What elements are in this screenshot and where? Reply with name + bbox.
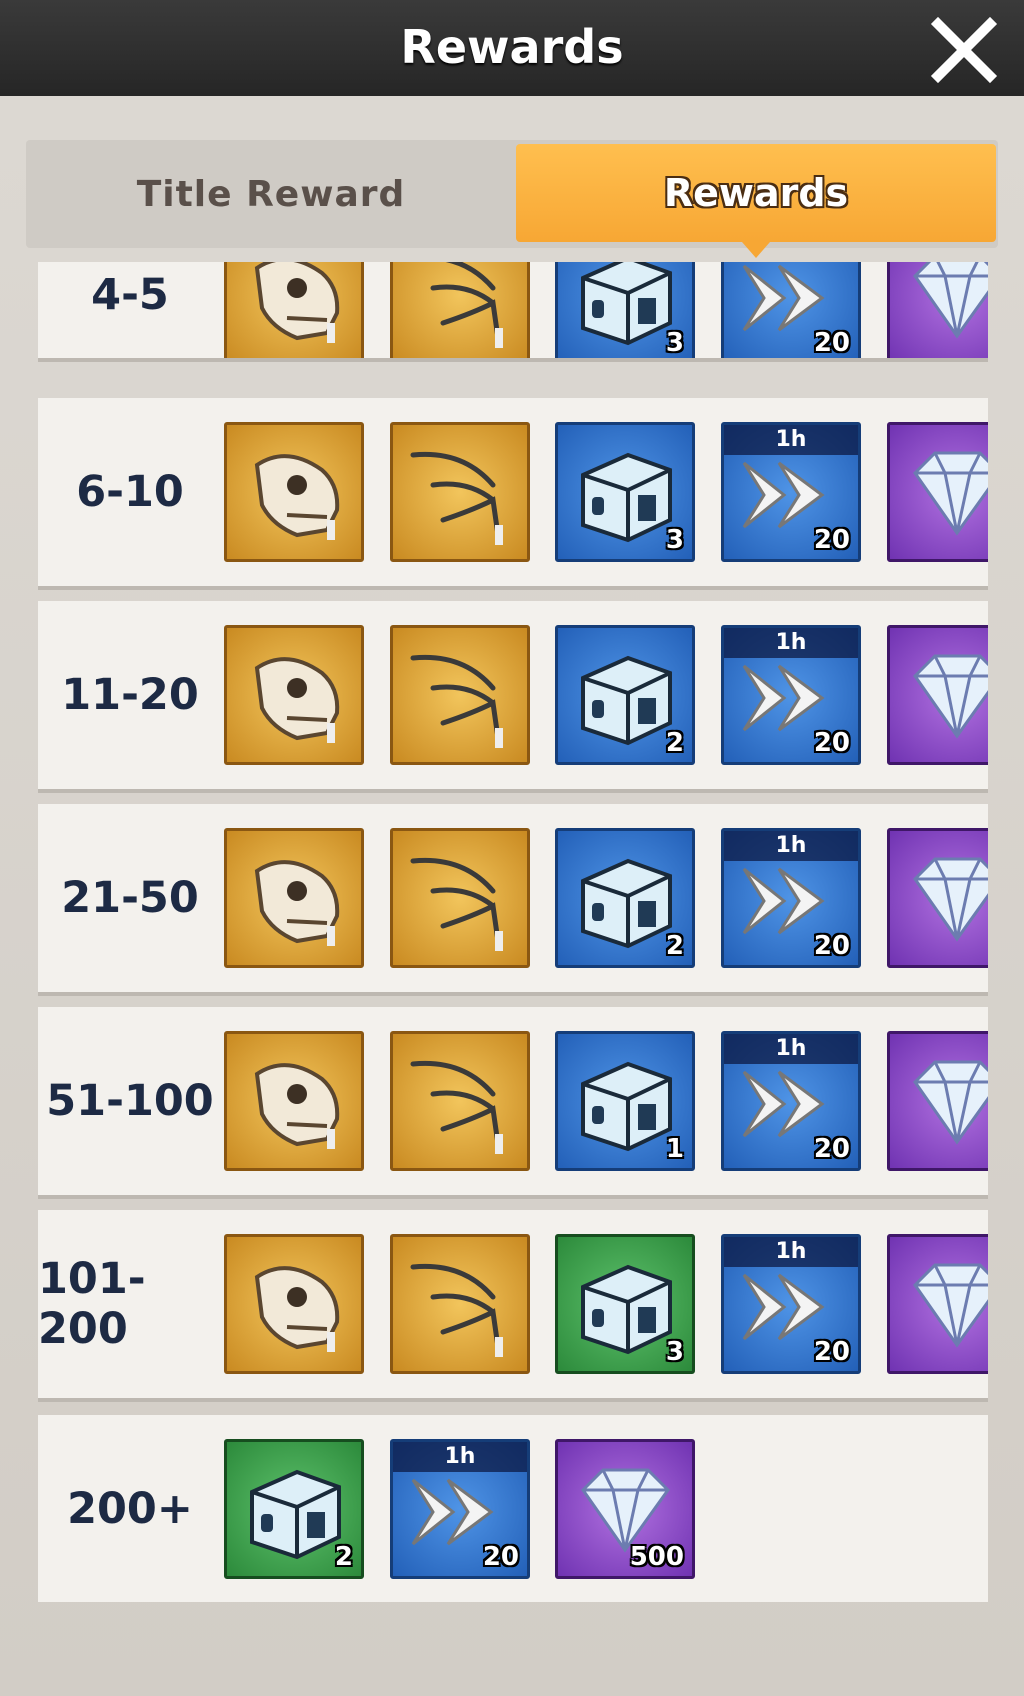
item-quantity: 3 bbox=[665, 328, 684, 358]
rank-label: 11-20 bbox=[61, 670, 199, 720]
rewards-list[interactable]: 4-5 3 20 6-10 3 1h 20 11-20 2 1h 20 21-50 2 1h 20 51-10… bbox=[38, 262, 988, 1602]
reward-item[interactable] bbox=[887, 1031, 988, 1171]
item-quantity: 20 bbox=[813, 328, 850, 358]
rank-label: 101-200 bbox=[38, 1254, 146, 1354]
reward-item[interactable]: 1h 20 bbox=[721, 625, 861, 765]
item-quantity: 500 bbox=[629, 1542, 684, 1572]
duration-tag: 1h bbox=[393, 1442, 527, 1472]
duration-tag: 1h bbox=[724, 1034, 858, 1064]
reward-item[interactable] bbox=[224, 1031, 364, 1171]
reward-items: 1 1h 20 bbox=[224, 1007, 988, 1195]
reward-item[interactable] bbox=[390, 262, 530, 358]
reward-item[interactable] bbox=[887, 262, 988, 358]
reward-item[interactable]: 2 bbox=[555, 828, 695, 968]
reward-items: 2 1h 20 bbox=[224, 601, 988, 789]
item-quantity: 20 bbox=[813, 1337, 850, 1367]
reward-row: 6-10 3 1h 20 bbox=[38, 398, 988, 586]
reward-item[interactable]: 1h 20 bbox=[390, 1439, 530, 1579]
reward-item[interactable]: 1h 20 bbox=[721, 1031, 861, 1171]
duration-tag: 1h bbox=[724, 425, 858, 455]
item-quantity: 20 bbox=[813, 525, 850, 555]
reward-item[interactable]: 20 bbox=[721, 262, 861, 358]
close-icon[interactable] bbox=[928, 14, 1000, 86]
reward-item[interactable] bbox=[390, 422, 530, 562]
reward-item[interactable] bbox=[224, 262, 364, 358]
item-quantity: 20 bbox=[813, 1134, 850, 1164]
reward-item[interactable] bbox=[390, 828, 530, 968]
item-quantity: 1 bbox=[665, 1134, 684, 1164]
reward-items: 3 20 bbox=[224, 262, 988, 358]
reward-item[interactable]: 1h 20 bbox=[721, 828, 861, 968]
page-title: Rewards bbox=[400, 20, 624, 74]
reward-item[interactable] bbox=[887, 1234, 988, 1374]
reward-item[interactable]: 3 bbox=[555, 262, 695, 358]
tab-title-reward[interactable]: Title Reward bbox=[26, 140, 516, 248]
item-quantity: 2 bbox=[334, 1542, 353, 1572]
reward-item[interactable] bbox=[224, 422, 364, 562]
item-quantity: 2 bbox=[665, 931, 684, 961]
reward-row: 4-5 3 20 bbox=[38, 262, 988, 358]
rank-label: 51-100 bbox=[46, 1076, 214, 1126]
reward-item[interactable] bbox=[224, 828, 364, 968]
reward-row: 101-200 3 1h 20 bbox=[38, 1210, 988, 1398]
rank-label: 21-50 bbox=[61, 873, 199, 923]
rank-label: 4-5 bbox=[91, 270, 169, 320]
item-quantity: 20 bbox=[813, 728, 850, 758]
reward-item[interactable] bbox=[887, 625, 988, 765]
reward-row: 51-100 1 1h 20 bbox=[38, 1007, 988, 1195]
tab-rewards[interactable]: Rewards bbox=[516, 144, 996, 242]
reward-item[interactable] bbox=[224, 625, 364, 765]
reward-row: 21-50 2 1h 20 bbox=[38, 804, 988, 992]
reward-items: 2 1h 20 500 bbox=[224, 1415, 988, 1602]
duration-tag: 1h bbox=[724, 1237, 858, 1267]
reward-items: 3 1h 20 bbox=[224, 1210, 988, 1398]
reward-row: 200+ 2 1h 20 500 bbox=[38, 1415, 988, 1602]
reward-item[interactable]: 1 bbox=[555, 1031, 695, 1171]
rank-label: 6-10 bbox=[76, 467, 184, 517]
reward-item[interactable] bbox=[390, 625, 530, 765]
rank-label: 200+ bbox=[67, 1484, 193, 1534]
item-quantity: 3 bbox=[665, 1337, 684, 1367]
reward-items: 2 1h 20 bbox=[224, 804, 988, 992]
reward-item[interactable] bbox=[390, 1234, 530, 1374]
item-quantity: 20 bbox=[482, 1542, 519, 1572]
title-bar: Rewards bbox=[0, 0, 1024, 96]
reward-item[interactable]: 3 bbox=[555, 422, 695, 562]
item-quantity: 2 bbox=[665, 728, 684, 758]
reward-item[interactable]: 500 bbox=[555, 1439, 695, 1579]
reward-item[interactable]: 2 bbox=[555, 625, 695, 765]
reward-item[interactable] bbox=[224, 1234, 364, 1374]
item-quantity: 3 bbox=[665, 525, 684, 555]
tab-pointer bbox=[742, 242, 770, 258]
reward-item[interactable] bbox=[887, 828, 988, 968]
reward-row: 11-20 2 1h 20 bbox=[38, 601, 988, 789]
reward-item[interactable]: 1h 20 bbox=[721, 1234, 861, 1374]
duration-tag: 1h bbox=[724, 628, 858, 658]
reward-item[interactable]: 2 bbox=[224, 1439, 364, 1579]
reward-item[interactable]: 3 bbox=[555, 1234, 695, 1374]
reward-item[interactable] bbox=[887, 422, 988, 562]
duration-tag: 1h bbox=[724, 831, 858, 861]
item-quantity: 20 bbox=[813, 931, 850, 961]
reward-items: 3 1h 20 bbox=[224, 398, 988, 586]
reward-item[interactable] bbox=[390, 1031, 530, 1171]
reward-item[interactable]: 1h 20 bbox=[721, 422, 861, 562]
